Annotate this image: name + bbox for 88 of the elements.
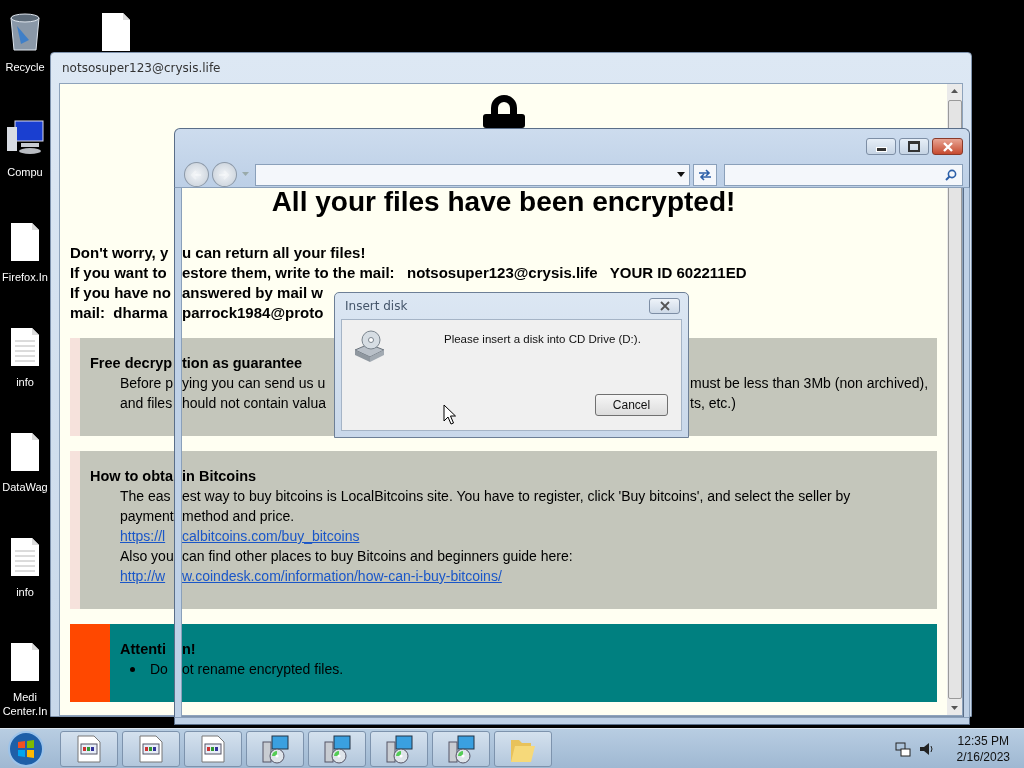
refresh-button[interactable] xyxy=(692,163,717,186)
bullet-icon xyxy=(130,666,135,672)
section-title: Attenti xyxy=(120,640,166,659)
window-title: notsosuper123@crysis.life xyxy=(61,60,222,77)
refresh-icon xyxy=(696,167,713,182)
page-heading: All your files have been encrypted! xyxy=(270,185,737,219)
paragraph-text: payment xyxy=(120,507,174,526)
paragraph-text: est way to buy bitcoins is LocalBitcoins site. You have to register, click 'Buy bitcoins', and select the seller by xyxy=(182,487,851,506)
paragraph-text: ts, etc.) xyxy=(690,394,736,413)
back-arrow-icon xyxy=(190,169,203,180)
link[interactable]: http://w xyxy=(120,566,166,586)
dialog-title: Insert disk xyxy=(345,299,408,313)
icon-label[interactable]: Firefox.In xyxy=(2,270,48,284)
clock-date[interactable]: 2/16/2023 xyxy=(956,748,1010,765)
minimize-button[interactable] xyxy=(866,138,896,155)
link[interactable]: calbitcoins.com/buy_bitcoins xyxy=(182,526,360,546)
taskbar-button[interactable] xyxy=(184,730,242,767)
icon-label[interactable]: Compu xyxy=(7,165,43,179)
section-title: n! xyxy=(182,640,196,659)
icon-label[interactable]: Medi Center.In xyxy=(2,690,48,718)
paragraph-text: Before p xyxy=(120,374,173,393)
section-title: Free decryp xyxy=(90,354,173,373)
search-field[interactable] xyxy=(723,163,963,186)
section-title: How to obta xyxy=(90,467,173,486)
installer-icon xyxy=(446,733,476,764)
taskbar-button[interactable] xyxy=(122,730,180,767)
taskbar-button[interactable] xyxy=(494,730,552,767)
section-title: in Bitcoins xyxy=(182,467,257,486)
message-text: If you want to xyxy=(70,263,167,283)
paragraph-text: can find other places to buy Bitcoins and beginners guide here: xyxy=(182,547,573,566)
clock-time[interactable]: 12:35 PM xyxy=(957,732,1009,749)
taskbar-button[interactable] xyxy=(60,730,118,767)
message-text: answered by mail w xyxy=(182,283,323,303)
close-button[interactable] xyxy=(932,138,963,155)
taskbar-button[interactable] xyxy=(370,730,428,767)
icon-label[interactable]: DataWag xyxy=(2,480,48,494)
paragraph-text: The eas xyxy=(120,487,171,506)
message-text: u can return all your files! xyxy=(182,243,366,263)
document-icon xyxy=(201,734,225,763)
forward-arrow-icon xyxy=(218,169,231,180)
taskbar-button[interactable] xyxy=(308,730,366,767)
message-text: If you have no xyxy=(70,283,171,303)
search-icon xyxy=(945,168,957,181)
link[interactable]: w.coindesk.com/information/how-can-i-buy-bitcoins/ xyxy=(182,566,502,586)
list-item-text: ot rename encrypted files. xyxy=(182,660,344,679)
mouse-pointer-icon xyxy=(443,404,456,425)
maximize-button[interactable] xyxy=(899,138,929,155)
installer-icon xyxy=(260,733,290,764)
start-button[interactable] xyxy=(6,728,46,768)
message-text: parrock1984@proto xyxy=(182,303,324,323)
message-text: estore them, write to the mail: notsosuper123@crysis.life YOUR ID 602211ED xyxy=(182,263,747,283)
taskbar-button[interactable] xyxy=(432,730,490,767)
paragraph-text: Also you xyxy=(120,547,174,566)
message-text: Don't worry, y xyxy=(70,243,169,263)
paragraph-text: hould not contain valua xyxy=(182,394,326,413)
text-file-icon xyxy=(10,537,40,577)
address-field[interactable] xyxy=(254,163,690,186)
taskbar-button[interactable] xyxy=(246,730,304,767)
icon-label[interactable]: info xyxy=(16,585,34,599)
cancel-button[interactable]: Cancel xyxy=(595,394,668,416)
paragraph-text: must be less than 3Mb (non archived), xyxy=(690,374,929,393)
file-icon xyxy=(10,642,40,682)
installer-icon xyxy=(322,733,352,764)
paragraph-text: and files xyxy=(120,394,173,413)
message-text: mail: dharma xyxy=(70,303,168,323)
file-icon xyxy=(101,12,131,52)
document-icon xyxy=(139,734,163,763)
network-icon[interactable] xyxy=(894,740,911,757)
close-button[interactable] xyxy=(649,298,680,314)
dialog-message: Please insert a disk into CD Drive (D:). xyxy=(444,333,641,347)
computer-icon xyxy=(5,117,45,157)
installer-icon xyxy=(384,733,414,764)
text-file-icon xyxy=(10,327,40,367)
volume-icon[interactable] xyxy=(918,740,935,757)
close-icon xyxy=(658,301,671,311)
file-icon xyxy=(10,432,40,472)
disc-drive-icon xyxy=(352,330,386,364)
link[interactable]: https://l xyxy=(120,526,166,546)
close-icon xyxy=(941,141,954,152)
paragraph-text: ying you can send us u xyxy=(182,374,326,393)
icon-label[interactable]: info xyxy=(16,375,34,389)
icon-label[interactable]: Recycle xyxy=(5,60,45,74)
file-icon xyxy=(10,222,40,262)
paragraph-text: method and price. xyxy=(182,507,295,526)
list-item-text: Do xyxy=(150,660,168,679)
dropdown-caret-icon[interactable] xyxy=(676,172,685,177)
section-title: tion as guarantee xyxy=(182,354,303,373)
document-icon xyxy=(77,734,101,763)
